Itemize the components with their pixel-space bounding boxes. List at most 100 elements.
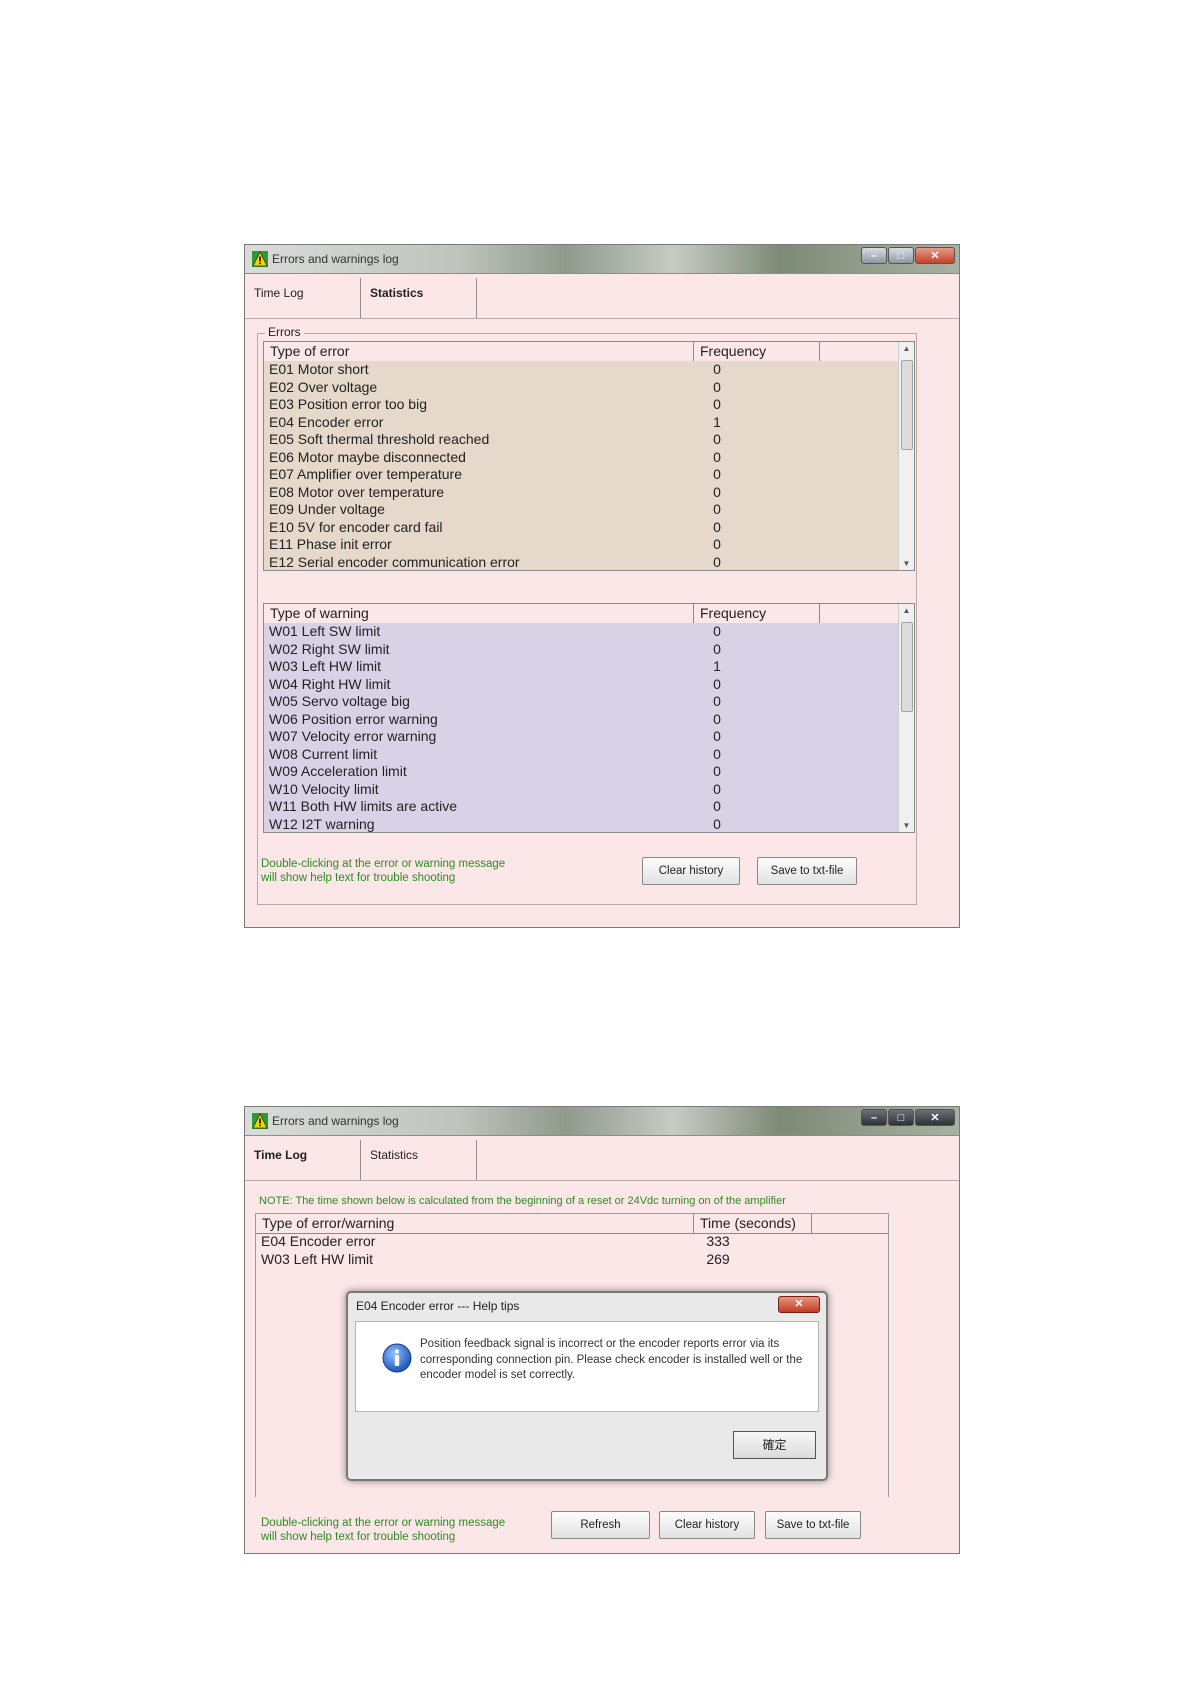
errors-scrollbar[interactable]: ▲ ▼ bbox=[898, 342, 914, 570]
errors-rows: E01 Motor short 0 E02 Over voltage 0 E03 Pos… bbox=[264, 361, 901, 571]
hint-line-1: Double-clicking at the error or warning … bbox=[261, 858, 506, 870]
close-button[interactable]: ✕ bbox=[915, 247, 955, 264]
minimize-button[interactable]: – bbox=[861, 1109, 887, 1126]
warning-row[interactable]: W01 Left SW limit 0 bbox=[264, 623, 901, 641]
warning-row[interactable]: W05 Servo voltage big 0 bbox=[264, 693, 901, 711]
warning-row[interactable]: W09 Acceleration limit 0 bbox=[264, 763, 901, 781]
tab-statistics[interactable]: Statistics bbox=[361, 1140, 477, 1180]
time-log-row-name: W03 Left HW limit bbox=[261, 1250, 374, 1267]
error-row[interactable]: E09 Under voltage 0 bbox=[264, 501, 901, 519]
column-type-of-error[interactable]: Type of error bbox=[264, 342, 694, 361]
warning-row[interactable]: W08 Current limit 0 bbox=[264, 746, 901, 764]
tab-time-log[interactable]: Time Log bbox=[245, 278, 361, 318]
error-row-value: 0 bbox=[713, 431, 721, 447]
warnings-scrollbar[interactable]: ▲ ▼ bbox=[898, 604, 914, 832]
error-row[interactable]: E07 Amplifier over temperature 0 bbox=[264, 466, 901, 484]
column-type-of-warning[interactable]: Type of warning bbox=[264, 604, 694, 623]
warning-row-value: 0 bbox=[713, 798, 721, 814]
column-time-seconds[interactable]: Time (seconds) bbox=[694, 1214, 812, 1233]
warning-row-name: W05 Servo voltage big bbox=[269, 693, 410, 709]
warnings-rows: W01 Left SW limit 0 W02 Right SW limit 0 W03… bbox=[264, 623, 901, 833]
dialog-message: Position feedback signal is incorrect or… bbox=[420, 1338, 803, 1381]
warning-row[interactable]: W03 Left HW limit 1 bbox=[264, 658, 901, 676]
clear-history-button[interactable]: Clear history bbox=[642, 857, 740, 885]
minimize-button[interactable]: – bbox=[861, 247, 887, 264]
help-tips-dialog: E04 Encoder error --- Help tips ✕ Positi… bbox=[346, 1291, 828, 1481]
error-row[interactable]: E12 Serial encoder communication error 0 bbox=[264, 553, 901, 571]
column-frequency[interactable]: Frequency bbox=[694, 342, 820, 361]
column-frequency[interactable]: Frequency bbox=[694, 604, 820, 623]
scroll-down-icon[interactable]: ▼ bbox=[899, 559, 914, 568]
warning-row[interactable]: W04 Right HW limit 0 bbox=[264, 676, 901, 694]
warning-row[interactable]: W07 Velocity error warning 0 bbox=[264, 728, 901, 746]
tab-strip: Time Log Statistics bbox=[245, 274, 959, 319]
warning-row[interactable]: W06 Position error warning 0 bbox=[264, 711, 901, 729]
warning-icon bbox=[252, 1113, 268, 1129]
scroll-thumb[interactable] bbox=[901, 360, 913, 450]
hint-line-2: will show help text for trouble shooting bbox=[261, 872, 456, 884]
warning-row-name: W08 Current limit bbox=[269, 745, 378, 762]
error-row-name: E11 Phase init error bbox=[269, 536, 392, 552]
errors-list[interactable]: Type of error Frequency E01 Motor short 0… bbox=[263, 341, 915, 571]
warning-row-name: W12 I2T warning bbox=[269, 815, 375, 832]
warning-row-value: 0 bbox=[713, 623, 721, 639]
dialog-close-button[interactable]: ✕ bbox=[778, 1296, 820, 1313]
time-log-row-name: E04 Encoder error bbox=[261, 1233, 376, 1249]
error-row-name: E02 Over voltage bbox=[269, 378, 378, 395]
scroll-down-icon[interactable]: ▼ bbox=[899, 821, 914, 830]
clear-history-button[interactable]: Clear history bbox=[659, 1511, 755, 1539]
time-log-row[interactable]: W03 Left HW limit 269 bbox=[256, 1251, 876, 1269]
warning-icon bbox=[252, 251, 268, 267]
maximize-button[interactable]: □ bbox=[888, 1109, 914, 1126]
error-row-name: E08 Motor over temperature bbox=[269, 483, 445, 500]
error-row[interactable]: E04 Encoder error 1 bbox=[264, 414, 901, 432]
warning-row-name: W11 Both HW limits are active bbox=[269, 798, 458, 814]
column-type-of-error-warning[interactable]: Type of error/warning bbox=[256, 1214, 694, 1233]
warning-row-name: W06 Position error warning bbox=[269, 710, 438, 727]
error-row[interactable]: E10 5V for encoder card fail 0 bbox=[264, 519, 901, 537]
error-row-name: E10 5V for encoder card fail bbox=[269, 518, 443, 535]
error-row-value: 0 bbox=[713, 518, 721, 535]
title-bar[interactable]: Errors and warnings log – □ ✕ bbox=[245, 1107, 959, 1136]
warning-row-value: 0 bbox=[713, 763, 721, 779]
warnings-list[interactable]: Type of warning Frequency W01 Left SW li… bbox=[263, 603, 915, 833]
error-row[interactable]: E03 Position error too big 0 bbox=[264, 396, 901, 414]
error-row-value: 0 bbox=[713, 553, 721, 570]
error-row[interactable]: E05 Soft thermal threshold reached 0 bbox=[264, 431, 901, 449]
help-hint: Double-clicking at the error or warning … bbox=[261, 857, 505, 885]
warning-row-name: W09 Acceleration limit bbox=[269, 763, 407, 779]
save-to-txt-button[interactable]: Save to txt-file bbox=[765, 1511, 861, 1539]
maximize-button[interactable]: □ bbox=[888, 247, 914, 264]
warning-row[interactable]: W12 I2T warning 0 bbox=[264, 815, 901, 833]
error-row[interactable]: E11 Phase init error 0 bbox=[264, 536, 901, 554]
save-to-txt-button[interactable]: Save to txt-file bbox=[757, 857, 857, 885]
warning-row-name: W02 Right SW limit bbox=[269, 640, 390, 657]
scroll-up-icon[interactable]: ▲ bbox=[899, 606, 914, 615]
time-log-rows: E04 Encoder error 333 W03 Left HW limit 269 bbox=[256, 1233, 876, 1268]
error-row-value: 0 bbox=[713, 483, 721, 500]
scroll-thumb[interactable] bbox=[901, 622, 913, 712]
dialog-ok-button[interactable]: 確定 bbox=[733, 1431, 816, 1459]
warning-row-value: 0 bbox=[713, 815, 721, 832]
warning-row[interactable]: W02 Right SW limit 0 bbox=[264, 641, 901, 659]
error-row[interactable]: E06 Motor maybe disconnected 0 bbox=[264, 449, 901, 467]
error-row-value: 1 bbox=[713, 413, 721, 430]
title-bar[interactable]: Errors and warnings log – □ ✕ bbox=[245, 245, 959, 274]
close-button[interactable]: ✕ bbox=[915, 1109, 955, 1126]
warning-row[interactable]: W11 Both HW limits are active 0 bbox=[264, 798, 901, 816]
warning-row[interactable]: W10 Velocity limit 0 bbox=[264, 781, 901, 799]
error-row-name: E09 Under voltage bbox=[269, 501, 385, 517]
hint-line-2: will show help text for trouble shooting bbox=[261, 1531, 456, 1543]
errors-list-header: Type of error Frequency bbox=[264, 342, 914, 362]
error-row[interactable]: E02 Over voltage 0 bbox=[264, 379, 901, 397]
error-row[interactable]: E08 Motor over temperature 0 bbox=[264, 484, 901, 502]
dialog-body: Position feedback signal is incorrect or… bbox=[355, 1321, 819, 1412]
tab-time-log[interactable]: Time Log bbox=[245, 1140, 361, 1180]
refresh-button[interactable]: Refresh bbox=[551, 1511, 650, 1539]
scroll-up-icon[interactable]: ▲ bbox=[899, 344, 914, 353]
time-note: NOTE: The time shown below is calculated… bbox=[259, 1195, 786, 1207]
error-row[interactable]: E01 Motor short 0 bbox=[264, 361, 901, 379]
time-log-row[interactable]: E04 Encoder error 333 bbox=[256, 1233, 876, 1251]
tab-statistics[interactable]: Statistics bbox=[361, 278, 477, 318]
warnings-list-header: Type of warning Frequency bbox=[264, 604, 914, 624]
